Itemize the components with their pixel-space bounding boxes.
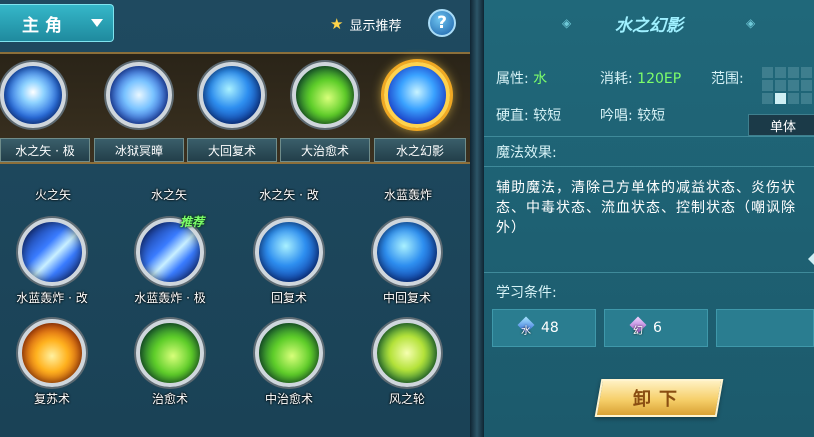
skill-name: 中治愈术 bbox=[264, 392, 313, 406]
attribute-label: 属性: bbox=[496, 71, 529, 87]
role-dropdown[interactable]: 主角 bbox=[0, 4, 114, 42]
equipped-slot-3[interactable] bbox=[193, 56, 271, 134]
help-button[interactable]: ? bbox=[428, 9, 456, 37]
equipped-slot-3-label: 大回复术 bbox=[187, 138, 277, 162]
ornament-icon: ◈ bbox=[562, 16, 572, 30]
range-cell bbox=[775, 67, 786, 78]
panel-divider bbox=[470, 0, 484, 437]
show-recommended-toggle[interactable]: ★ 显示推荐 bbox=[330, 14, 401, 34]
equipped-skills-bar: 水之矢 · 极 冰狱冥暲 大回复术 大治愈术 水之幻影 bbox=[0, 52, 470, 164]
skill-name: 风之轮 bbox=[388, 392, 425, 406]
attribute-value: 水 bbox=[533, 71, 548, 87]
skill-name: 水蓝轰炸 bbox=[383, 188, 432, 202]
skill-name: 水之矢 bbox=[150, 188, 187, 202]
skill-list-panel: 主角 ★ 显示推荐 ? 水之矢 · 极 冰狱冥暲 大回复术 大治愈术 水之幻影 … bbox=[0, 0, 470, 437]
equipped-slot-5-label: 水之幻影 bbox=[374, 138, 466, 162]
ice-prison-icon bbox=[106, 62, 172, 128]
cost-label: 消耗: bbox=[600, 71, 633, 87]
ornament-icon: ◈ bbox=[746, 16, 756, 30]
phoenix-icon bbox=[18, 319, 86, 387]
effect-label: 魔法效果: bbox=[496, 145, 557, 161]
requirement-arcane: 幻 6 bbox=[604, 309, 708, 347]
bubbles-icon bbox=[373, 218, 441, 286]
water-crystal-icon: 水 bbox=[517, 319, 535, 337]
skill-item[interactable]: 中治愈术 bbox=[236, 319, 346, 437]
cost-value: 120EP bbox=[637, 71, 682, 87]
chant-value: 较短 bbox=[637, 108, 666, 124]
equipped-slot-5[interactable] bbox=[378, 56, 456, 134]
equipped-slot-1[interactable] bbox=[0, 56, 72, 134]
question-mark-icon: ? bbox=[437, 13, 447, 33]
healing-sprout-icon bbox=[136, 319, 204, 387]
unload-button[interactable]: 卸下 bbox=[594, 379, 724, 417]
skill-item[interactable]: 复苏术 bbox=[0, 319, 109, 437]
scope-badge: 单体 bbox=[748, 114, 814, 136]
equipped-slot-2-label: 冰狱冥暲 bbox=[94, 138, 184, 162]
skill-name: 复苏术 bbox=[33, 392, 70, 406]
show-recommended-label: 显示推荐 bbox=[349, 18, 402, 34]
skill-title: 水之幻影 bbox=[615, 15, 683, 36]
recommended-tag: 推荐 bbox=[180, 215, 205, 229]
skill-name: 水蓝轰炸 · 极 bbox=[134, 291, 206, 305]
chant-label: 吟唱: bbox=[600, 108, 633, 124]
equipped-slot-4-label: 大治愈术 bbox=[280, 138, 370, 162]
healing-sprout-icon bbox=[255, 319, 323, 387]
range-label: 范围: bbox=[711, 71, 744, 87]
equipped-slot-4[interactable] bbox=[286, 56, 364, 134]
skill-name: 中回复术 bbox=[382, 291, 431, 305]
range-cell bbox=[788, 80, 799, 91]
range-cell bbox=[762, 80, 773, 91]
range-cell bbox=[801, 67, 812, 78]
stiffness-value: 较短 bbox=[533, 108, 562, 124]
skill-name: 火之矢 bbox=[34, 188, 71, 202]
range-cell bbox=[788, 93, 799, 104]
requirement-amount: 48 bbox=[541, 320, 559, 336]
skill-name: 水蓝轰炸 · 改 bbox=[16, 291, 88, 305]
range-cell bbox=[788, 67, 799, 78]
star-icon: ★ bbox=[330, 15, 344, 33]
learn-condition-label: 学习条件: bbox=[496, 285, 557, 301]
chant-row: 吟唱: 较短 bbox=[600, 105, 665, 125]
range-cell bbox=[762, 93, 773, 104]
role-dropdown-label: 主角 bbox=[22, 15, 68, 36]
healing-sprout-icon bbox=[292, 62, 358, 128]
chevron-left-icon[interactable] bbox=[808, 253, 814, 265]
range-cell bbox=[801, 93, 812, 104]
effect-description: 辅助魔法，清除己方单体的减益状态、炎伤状态、中毒状态、流血状态、控制状态（嘲讽除… bbox=[496, 180, 796, 236]
wind-wheel-icon bbox=[373, 319, 441, 387]
skill-name: 治愈术 bbox=[151, 392, 188, 406]
range-cell bbox=[762, 67, 773, 78]
skill-name: 水之矢 · 改 bbox=[259, 188, 319, 202]
water-phantom-icon bbox=[384, 62, 450, 128]
requirement-water: 水 48 bbox=[492, 309, 596, 347]
requirement-amount: 6 bbox=[653, 320, 662, 336]
divider-line bbox=[484, 166, 814, 167]
skill-item[interactable]: 治愈术 bbox=[117, 319, 227, 437]
ice-arrow-icon bbox=[0, 62, 66, 128]
range-grid-icon bbox=[762, 67, 812, 104]
stiffness-label: 硬直: bbox=[496, 108, 529, 124]
cost-row: 消耗: 120EP bbox=[600, 68, 681, 88]
equipped-slot-2[interactable] bbox=[100, 56, 178, 134]
attribute-row: 属性: 水 bbox=[496, 68, 547, 88]
bubbles-icon bbox=[255, 218, 323, 286]
range-cell bbox=[775, 80, 786, 91]
requirement-empty-slot bbox=[716, 309, 814, 347]
skill-item[interactable]: 风之轮 bbox=[354, 319, 464, 437]
stiffness-row: 硬直: 较短 bbox=[496, 105, 561, 125]
range-cell bbox=[801, 80, 812, 91]
divider-line bbox=[484, 272, 814, 273]
bubbles-icon bbox=[199, 62, 265, 128]
water-blast-icon bbox=[18, 218, 86, 286]
equipped-slot-1-label: 水之矢 · 极 bbox=[0, 138, 90, 162]
skill-name: 回复术 bbox=[270, 291, 307, 305]
divider-line bbox=[484, 136, 814, 137]
arcane-crystal-icon: 幻 bbox=[629, 319, 647, 337]
unload-button-label: 卸下 bbox=[633, 389, 685, 410]
range-cell-target bbox=[775, 93, 786, 104]
chevron-down-icon bbox=[91, 19, 103, 27]
